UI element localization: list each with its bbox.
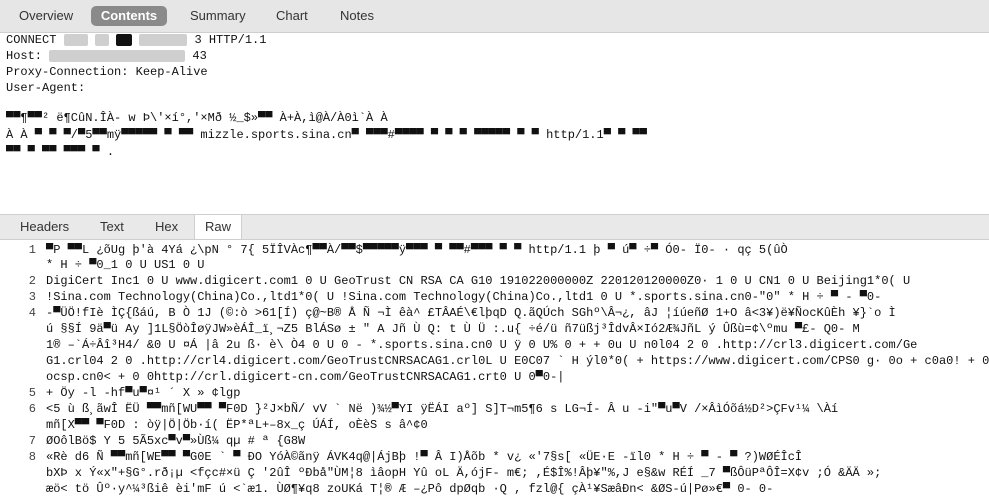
redacted-block — [139, 33, 188, 46]
raw-line: æö< tö Ûº·y^¼³ßiê èi'mF ú <`æ1. ÙØ¶¥q8 z… — [46, 482, 774, 496]
request-line-user-agent: User-Agent: — [6, 81, 86, 95]
line-number: 8 — [28, 450, 36, 464]
raw-row: bXÞ x Ý«x"+§G°.rð¡µ <fçc#×ü Ç '2ûÎ ºÐbå"… — [0, 466, 989, 480]
raw-row: ocsp.cn0< + 0 0http://crl.digicert-cn.co… — [0, 370, 989, 384]
connect-label: CONNECT — [6, 33, 57, 47]
request-pane[interactable]: CONNECT 3 HTTP/1.1 Host: 43 Proxy-Connec… — [0, 33, 989, 213]
raw-row: æö< tö Ûº·y^¼³ßiê èi'mF ú <`æ1. ÙØ¶¥q8 z… — [0, 482, 989, 496]
redacted-block — [63, 33, 88, 46]
bottom-tab-bar: Headers Text Hex Raw — [0, 214, 989, 240]
tab-contents[interactable]: Contents — [91, 6, 167, 26]
raw-line: DigiCert Inc1 0 U www.digicert.com1 0 U … — [46, 274, 911, 288]
request-body-line-3: ▀▀ ▀ ▀▀ ▀▀▀ ▀ . — [6, 145, 115, 159]
raw-row: 1 ▀P ▀▀L ¿õUg þ'à 4Yá ¿\pN ° 7{ 5ÏÎVÀc¶▀… — [0, 243, 989, 257]
tab-summary[interactable]: Summary — [178, 6, 258, 26]
raw-row: mñ[X▀▀ ▀F0D : òÿ|Ö|Öb·í( ËP*ªL+–8x_ç ÚÁÍ… — [0, 418, 989, 432]
raw-row: 3 !Sina.com Technology(China)Co.,ltd1*0(… — [0, 290, 989, 304]
raw-line: -▀ÜÖ!fIè ÌÇ{ßáú, B Ò 1J (©:ò >61[Í) ç@~B… — [46, 306, 896, 320]
redacted-block — [49, 49, 186, 62]
request-line-proxy: Proxy-Connection: Keep-Alive — [6, 65, 208, 79]
request-body-line-2: À À ▀ ▀ ▀/▀5▀▀mÿ▀▀▀▀▀ ▀ ▀▀ mizzle.sports… — [6, 128, 647, 142]
tab-headers[interactable]: Headers — [10, 215, 79, 239]
raw-row: 1® –`Á÷Âî³H4/ &0 U ¤Á |â 2u ß· è\ Ò4 0 U… — [0, 338, 989, 352]
raw-row: G1.crl04 2 0 .http://crl4.digicert.com/G… — [0, 354, 989, 368]
raw-line: ocsp.cn0< + 0 0http://crl.digicert-cn.co… — [46, 370, 565, 384]
line-number: 1 — [28, 243, 36, 257]
raw-line: !Sina.com Technology(China)Co.,ltd1*0( U… — [46, 290, 882, 304]
raw-pane[interactable]: 1 ▀P ▀▀L ¿õUg þ'à 4Yá ¿\pN ° 7{ 5ÏÎVÀc¶▀… — [0, 239, 989, 498]
raw-row: 5 + Öy -l -hf▀u▀¤¹ ´ X » ¢lgp — [0, 386, 989, 400]
line-number: 5 — [28, 386, 36, 400]
tab-raw[interactable]: Raw — [194, 215, 243, 239]
raw-line: ▀P ▀▀L ¿õUg þ'à 4Yá ¿\pN ° 7{ 5ÏÎVÀc¶▀▀À… — [46, 243, 788, 257]
request-line-connect: CONNECT 3 HTTP/1.1 — [6, 33, 266, 47]
raw-line: * H ÷ ▀0_1 0 U US1 0 U — [46, 258, 205, 272]
raw-row: ú §§Í 9ä▀ü Ay ]1L§ÖòÎøÿJW»èÁÎ_ï¸¬Z5 BlÁS… — [0, 322, 989, 336]
connect-tail: 3 HTTP/1.1 — [194, 33, 267, 47]
tab-text[interactable]: Text — [90, 215, 134, 239]
host-label: Host: — [6, 49, 43, 63]
raw-row: 2 DigiCert Inc1 0 U www.digicert.com1 0 … — [0, 274, 989, 288]
request-line-host: Host: 43 — [6, 49, 207, 63]
raw-row: 7 ØOôlBö$ Y 5 5Ã5xc▀v▀»Ùß¼ qµ # ª {G8W — [0, 434, 989, 448]
redacted-block — [116, 33, 133, 46]
raw-row: * H ÷ ▀0_1 0 U US1 0 U — [0, 258, 989, 272]
line-number: 4 — [28, 306, 36, 320]
line-number: 7 — [28, 434, 36, 448]
raw-line: mñ[X▀▀ ▀F0D : òÿ|Ö|Öb·í( ËP*ªL+–8x_ç ÚÁÍ… — [46, 418, 428, 432]
tab-notes[interactable]: Notes — [328, 6, 386, 26]
raw-row: 8 «Rè d6 Ñ ▀▀mñ[WE▀▀ ▀G0E ` ▀ ÐO YóÀ©ãnÿ… — [0, 450, 989, 464]
raw-row: 4 -▀ÜÖ!fIè ÌÇ{ßáú, B Ò 1J (©:ò >61[Í) ç@… — [0, 306, 989, 320]
line-number: 6 — [28, 402, 36, 416]
redacted-block — [94, 33, 109, 46]
line-number: 3 — [28, 290, 36, 304]
request-body-line-1: ▀▀¶▀▀² ë¶CûN.ÎÀ- w Þ\'×í°,'×Mð ½_$»▀▀ À+… — [6, 111, 388, 125]
tab-chart[interactable]: Chart — [264, 6, 320, 26]
top-tab-bar: Overview Contents Summary Chart Notes — [0, 0, 989, 33]
line-number: 2 — [28, 274, 36, 288]
host-tail: 43 — [192, 49, 207, 63]
raw-row: 6 <5 ù ß¸ãwÎ ËÜ ▀▀mñ[WU▀▀ ▀F0D }²J×bÑ/ v… — [0, 402, 989, 416]
raw-line: bXÞ x Ý«x"+§G°.rð¡µ <fçc#×ü Ç '2ûÎ ºÐbå"… — [46, 466, 882, 480]
raw-line: G1.crl04 2 0 .http://crl4.digicert.com/G… — [46, 354, 989, 368]
raw-line: <5 ù ß¸ãwÎ ËÜ ▀▀mñ[WU▀▀ ▀F0D }²J×bÑ/ vV … — [46, 402, 839, 416]
raw-line: 1® –`Á÷Âî³H4/ &0 U ¤Á |â 2u ß· è\ Ò4 0 U… — [46, 338, 918, 352]
raw-line: «Rè d6 Ñ ▀▀mñ[WE▀▀ ▀G0E ` ▀ ÐO YóÀ©ãnÿ Á… — [46, 450, 803, 464]
raw-line: + Öy -l -hf▀u▀¤¹ ´ X » ¢lgp — [46, 386, 241, 400]
raw-line: ØOôlBö$ Y 5 5Ã5xc▀v▀»Ùß¼ qµ # ª {G8W — [46, 434, 306, 448]
tab-hex[interactable]: Hex — [145, 215, 188, 239]
raw-line: ú §§Í 9ä▀ü Ay ]1L§ÖòÎøÿJW»èÁÎ_ï¸¬Z5 BlÁS… — [46, 322, 860, 336]
tab-overview[interactable]: Overview — [7, 6, 85, 26]
